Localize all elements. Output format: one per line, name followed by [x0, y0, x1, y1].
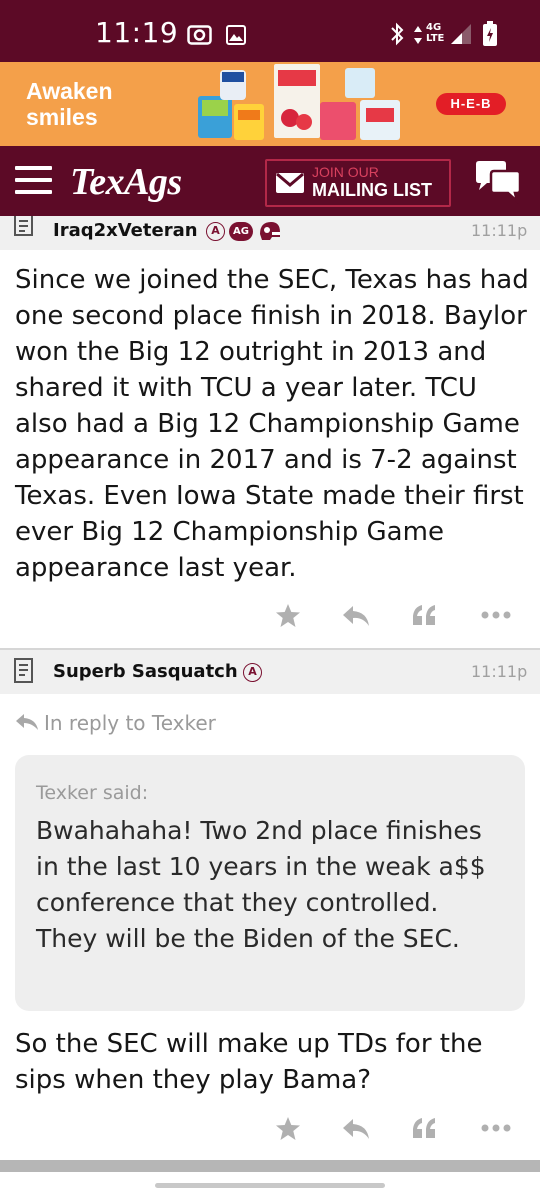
- ad-tagline: Awaken smiles: [26, 78, 113, 130]
- in-reply-to-text: In reply to Texker: [44, 711, 216, 735]
- battery-icon: [483, 21, 497, 46]
- post-time: 11:11p: [471, 662, 528, 681]
- post-author[interactable]: Iraq2xVeteran: [53, 220, 198, 241]
- post-time: 11:11p: [471, 221, 528, 240]
- bluetooth-icon: [391, 22, 404, 46]
- post-author[interactable]: Superb Sasquatch: [53, 661, 238, 682]
- network-label: 4G LTE: [426, 22, 445, 44]
- badge-ag: AG: [229, 222, 253, 241]
- ad-product-image: [198, 64, 400, 140]
- post-body: So the SEC will make up TDs for the sips…: [15, 1029, 483, 1095]
- star-icon[interactable]: [275, 1116, 301, 1141]
- badge-a: A: [243, 663, 262, 682]
- reply-icon[interactable]: [342, 1118, 370, 1140]
- quote-body: Bwahahaha! Two 2nd place finishes in the…: [36, 816, 486, 953]
- mailing-list-line2: MAILING LIST: [312, 180, 432, 200]
- signal-icon: [451, 24, 471, 44]
- quote-author: Texker said:: [36, 782, 149, 804]
- post-icon: [14, 658, 33, 683]
- reply-arrow-icon: [16, 714, 38, 730]
- reply-icon[interactable]: [342, 605, 370, 627]
- page: 11:19 4G LTE Awaken smiles H-E-B TexAgs …: [0, 0, 540, 1200]
- next-post-divider: [0, 1160, 540, 1172]
- heb-logo: H-E-B: [436, 93, 506, 115]
- helmet-badge-icon: [260, 222, 280, 240]
- record-icon: [187, 25, 212, 45]
- status-bar: 11:19 4G LTE: [0, 0, 540, 62]
- post-icon: [14, 216, 33, 236]
- post-body: Since we joined the SEC, Texas has had o…: [15, 265, 529, 583]
- gesture-navigation-bar[interactable]: [155, 1183, 385, 1188]
- status-time: 11:19: [95, 16, 179, 49]
- menu-icon[interactable]: [15, 166, 52, 196]
- image-icon: [226, 25, 246, 45]
- star-icon[interactable]: [275, 603, 301, 628]
- site-logo[interactable]: TexAgs: [70, 160, 182, 204]
- envelope-icon: [276, 173, 304, 193]
- quote-icon[interactable]: [411, 604, 437, 626]
- quote-icon[interactable]: [411, 1117, 437, 1139]
- chat-icon[interactable]: [473, 160, 523, 204]
- more-icon[interactable]: [481, 611, 511, 619]
- more-icon[interactable]: [481, 1124, 511, 1132]
- ad-banner[interactable]: Awaken smiles H-E-B: [0, 62, 540, 146]
- badge-a: A: [206, 222, 225, 241]
- mailing-list-line1: JOIN OUR: [312, 164, 379, 180]
- data-arrows-icon: [414, 26, 422, 44]
